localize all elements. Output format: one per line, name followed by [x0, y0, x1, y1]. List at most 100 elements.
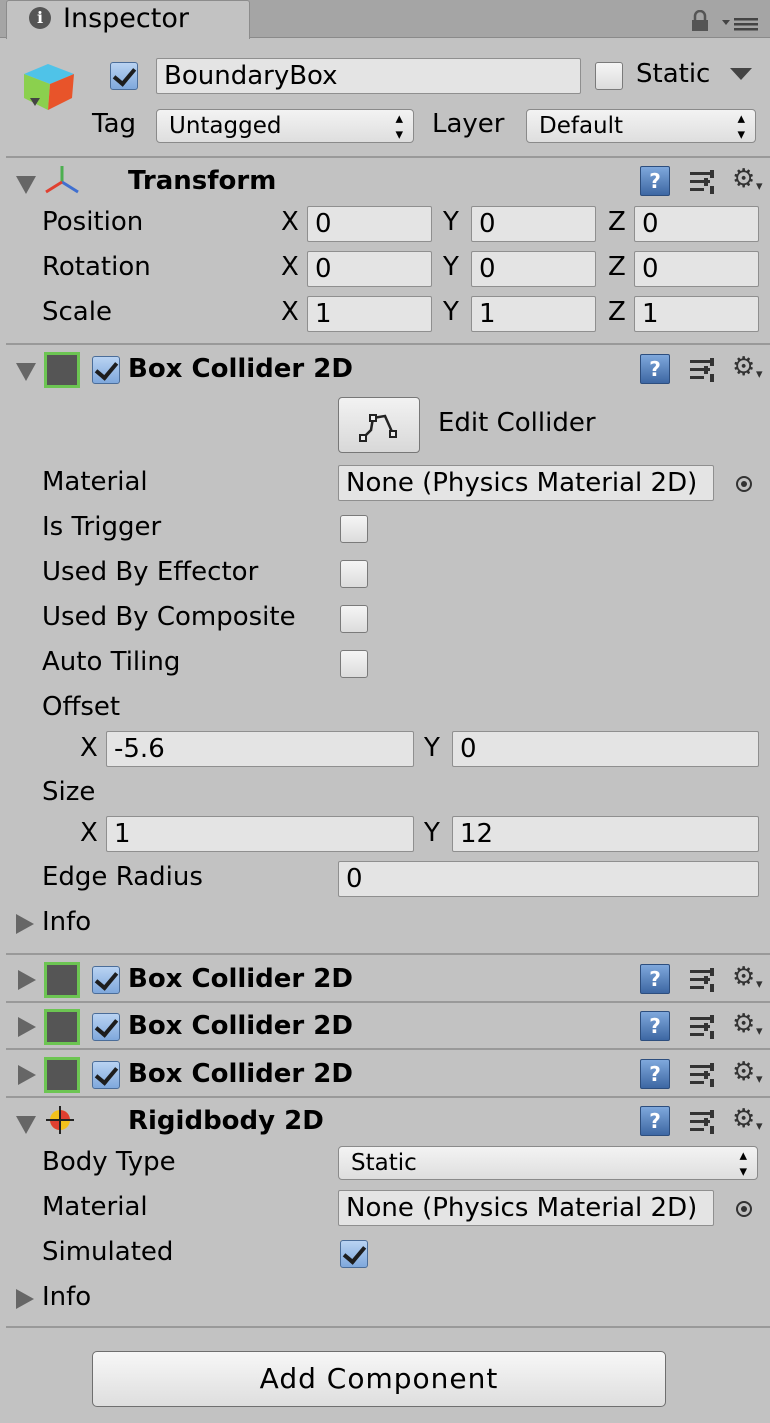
help-icon[interactable]: ? — [640, 354, 670, 384]
layer-label: Layer — [432, 109, 505, 139]
rotation-z-field[interactable]: 0 — [634, 251, 759, 287]
material-field[interactable]: None (Physics Material 2D) — [338, 1190, 714, 1226]
edit-collider-button[interactable] — [338, 397, 420, 453]
static-checkbox[interactable] — [595, 62, 623, 90]
transform-icon — [45, 166, 79, 194]
tab-bar: i Inspector — [0, 0, 770, 39]
help-icon[interactable]: ? — [640, 166, 670, 196]
help-icon[interactable]: ? — [640, 1011, 670, 1041]
material-label: Material — [42, 1192, 148, 1222]
info-foldout-icon[interactable] — [16, 914, 34, 934]
info-label[interactable]: Info — [42, 1282, 91, 1312]
preset-icon[interactable] — [688, 168, 718, 196]
tab-inspector[interactable]: i Inspector — [6, 0, 250, 39]
body-type-dropdown[interactable]: Static ▴ ▾ — [338, 1146, 758, 1180]
box-collider-enabled-checkbox[interactable] — [92, 966, 120, 994]
info-foldout-icon[interactable] — [16, 1289, 34, 1309]
edit-collider-icon — [359, 414, 397, 442]
material-label: Material — [42, 467, 148, 497]
gear-icon[interactable]: ⚙ — [732, 1011, 763, 1045]
dropdown-arrows-icon: ▴ ▾ — [737, 109, 745, 143]
foldout-right-icon[interactable] — [18, 1065, 36, 1085]
used-by-composite-label: Used By Composite — [42, 602, 296, 632]
gear-icon[interactable]: ⚙ — [732, 1059, 763, 1093]
info-icon: i — [29, 7, 51, 29]
box-collider-title: Box Collider 2D — [128, 964, 353, 994]
foldout-right-icon[interactable] — [18, 1017, 36, 1037]
box-collider-enabled-checkbox[interactable] — [92, 1013, 120, 1041]
static-dropdown-icon[interactable] — [730, 68, 752, 82]
lock-icon[interactable] — [690, 10, 710, 32]
gear-icon[interactable]: ⚙ — [732, 1106, 763, 1140]
preset-icon[interactable] — [688, 966, 718, 994]
foldout-right-icon[interactable] — [18, 970, 36, 990]
help-icon[interactable]: ? — [640, 1106, 670, 1136]
layer-dropdown[interactable]: Default ▴ ▾ — [526, 109, 756, 143]
object-picker-icon[interactable] — [736, 1201, 752, 1217]
simulated-checkbox[interactable] — [340, 1240, 368, 1268]
box-collider-enabled-checkbox[interactable] — [92, 1061, 120, 1089]
position-label: Position — [42, 207, 144, 237]
tag-value: Untagged — [169, 113, 282, 139]
used-by-composite-checkbox[interactable] — [340, 605, 368, 633]
object-picker-icon[interactable] — [736, 476, 752, 492]
help-icon[interactable]: ? — [640, 964, 670, 994]
rigidbody-title: Rigidbody 2D — [128, 1106, 324, 1136]
menu-icon[interactable] — [722, 14, 760, 34]
position-y-field[interactable]: 0 — [471, 206, 596, 242]
layer-value: Default — [539, 113, 624, 139]
axis-y-label: Y — [443, 207, 459, 237]
edge-radius-field[interactable]: 0 — [338, 861, 759, 897]
transform-foldout-icon[interactable] — [16, 176, 36, 194]
gear-icon[interactable]: ⚙ — [732, 964, 763, 998]
axis-y-label: Y — [424, 818, 440, 848]
auto-tiling-checkbox[interactable] — [340, 650, 368, 678]
scale-x-field[interactable]: 1 — [307, 296, 432, 332]
active-checkbox[interactable] — [110, 62, 138, 90]
preset-icon[interactable] — [688, 1013, 718, 1041]
edge-radius-label: Edge Radius — [42, 862, 203, 892]
name-field[interactable]: BoundaryBox — [156, 58, 581, 94]
used-by-effector-checkbox[interactable] — [340, 560, 368, 588]
transform-title: Transform — [128, 166, 277, 196]
offset-label: Offset — [42, 692, 121, 722]
axis-z-label: Z — [608, 297, 626, 327]
add-component-button[interactable]: Add Component — [92, 1351, 666, 1407]
offset-y-field[interactable]: 0 — [452, 731, 759, 767]
rigidbody-foldout-icon[interactable] — [16, 1116, 36, 1134]
rotation-x-field[interactable]: 0 — [307, 251, 432, 287]
position-z-field[interactable]: 0 — [634, 206, 759, 242]
box-collider-icon — [44, 962, 80, 998]
rotation-y-field[interactable]: 0 — [471, 251, 596, 287]
is-trigger-label: Is Trigger — [42, 512, 162, 542]
material-field[interactable]: None (Physics Material 2D) — [338, 465, 714, 501]
gear-icon[interactable]: ⚙ — [732, 354, 763, 388]
box-collider-enabled-checkbox[interactable] — [92, 356, 120, 384]
box-collider-foldout-icon[interactable] — [16, 363, 36, 381]
tab-title: Inspector — [63, 3, 189, 34]
is-trigger-checkbox[interactable] — [340, 515, 368, 543]
size-y-field[interactable]: 12 — [452, 816, 759, 852]
rotation-label: Rotation — [42, 252, 151, 282]
scale-z-field[interactable]: 1 — [634, 296, 759, 332]
separator — [6, 1001, 770, 1003]
box-collider-title: Box Collider 2D — [128, 1059, 353, 1089]
position-x-field[interactable]: 0 — [307, 206, 432, 242]
used-by-effector-label: Used By Effector — [42, 557, 259, 587]
axis-x-label: X — [281, 297, 299, 327]
size-x-field[interactable]: 1 — [106, 816, 414, 852]
scale-y-field[interactable]: 1 — [471, 296, 596, 332]
box-collider-title: Box Collider 2D — [128, 354, 353, 384]
offset-x-field[interactable]: -5.6 — [106, 731, 414, 767]
rigidbody-icon — [46, 1106, 74, 1134]
tag-dropdown[interactable]: Untagged ▴ ▾ — [156, 109, 414, 143]
help-icon[interactable]: ? — [640, 1059, 670, 1089]
gear-icon[interactable]: ⚙ — [732, 166, 763, 200]
preset-icon[interactable] — [688, 1061, 718, 1089]
preset-icon[interactable] — [688, 356, 718, 384]
tag-label: Tag — [92, 109, 137, 139]
separator — [6, 1096, 770, 1098]
preset-icon[interactable] — [688, 1108, 718, 1136]
box-collider-title: Box Collider 2D — [128, 1011, 353, 1041]
info-label[interactable]: Info — [42, 907, 91, 937]
